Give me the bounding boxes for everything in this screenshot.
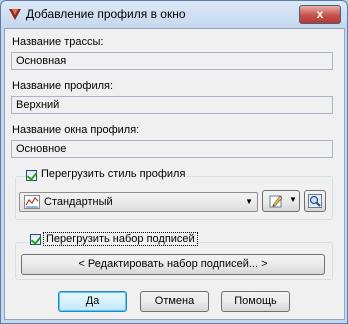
override-label-set-label: Перегрузить набор подписей [43,232,198,246]
close-icon: x [316,7,324,21]
view-style-button[interactable] [304,190,326,212]
dialog-window: Добавление профиля в окно x Название тра… [0,0,348,324]
route-name-field[interactable]: Основная [11,52,333,70]
chevron-down-icon: ▼ [289,195,297,204]
profile-name-label: Название профиля: [12,80,114,92]
edit-style-icon [269,195,283,208]
override-label-set-checkbox[interactable] [30,234,41,245]
title-bar[interactable]: Добавление профиля в окно x [1,1,347,29]
profile-style-value: Стандартный [44,196,113,208]
chevron-down-icon: ▼ [245,197,253,206]
close-button[interactable]: x [299,5,341,24]
magnifier-icon [308,194,322,208]
profile-style-icon [24,195,40,209]
override-style-label: Перегрузить стиль профиля [39,168,188,180]
edit-style-button[interactable]: ▼ [262,190,300,212]
view-name-field[interactable]: Основное [11,140,333,158]
ok-button[interactable]: Да [58,291,127,312]
view-name-label: Название окна профиля: [12,124,140,136]
profile-name-field[interactable]: Верхний [11,96,333,114]
help-button[interactable]: Помощь [221,291,290,312]
edit-label-set-button[interactable]: < Редактировать набор подписей... > [21,254,325,275]
cancel-button[interactable]: Отмена [140,291,209,312]
app-icon [9,9,21,20]
dialog-body: Название трассы: Основная Название профи… [4,28,345,320]
window-title: Добавление профиля в окно [26,7,186,21]
override-style-checkbox[interactable] [26,170,37,181]
route-name-label: Название трассы: [12,36,104,48]
profile-style-select[interactable]: Стандартный ▼ [19,192,258,212]
